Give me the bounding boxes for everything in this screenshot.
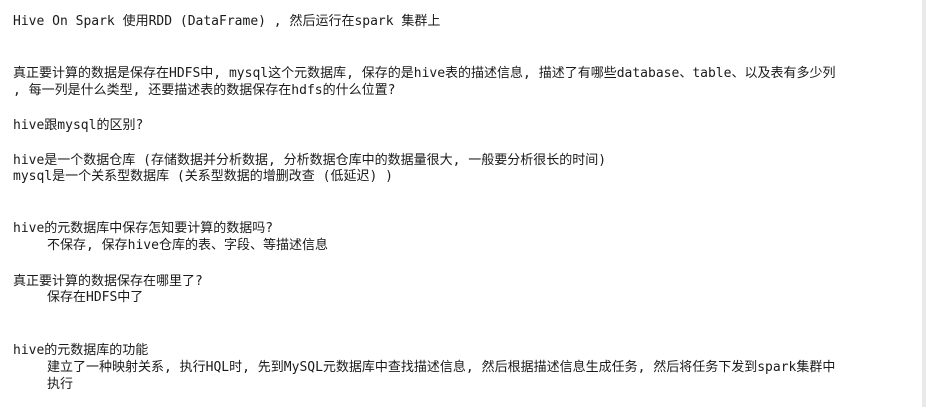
title-line: Hive On Spark 使用RDD (DataFrame) , 然后运行在s… [13,14,441,29]
metadata-question-line: hive的元数据库中保存怎知要计算的数据吗? [13,221,274,236]
mysql-definition-line: mysql是一个关系型数据库 (关系型数据的增删改查 (低延迟) ) [13,169,393,184]
hive-definition-line: hive是一个数据仓库 (存储数据并分析数据, 分析数据仓库中的数据量很大, 一… [13,153,607,168]
storage-answer-line: 保存在HDFS中了 [47,290,144,305]
function-description-line-2: 执行 [47,377,74,392]
paragraph-line-1: 真正要计算的数据是保存在HDFS中, mysql这个元数据库, 保存的是hive… [13,66,836,81]
document: Hive On Spark 使用RDD (DataFrame) , 然后运行在s… [0,0,926,407]
paragraph-line-2: , 每一列是什么类型, 还要描述表的数据保存在hdfs的什么位置? [13,83,396,98]
question-line: hive跟mysql的区别? [13,118,144,133]
function-heading-line: hive的元数据库的功能 [13,343,149,358]
metadata-answer-line: 不保存, 保存hive仓库的表、字段、等描述信息 [47,238,328,253]
storage-question-line: 真正要计算的数据保存在哪里了? [13,274,203,289]
function-description-line-1: 建立了一种映射关系, 执行HQL时, 先到MySQL元数据库中查找描述信息, 然… [47,360,836,375]
window-edge [922,0,926,407]
